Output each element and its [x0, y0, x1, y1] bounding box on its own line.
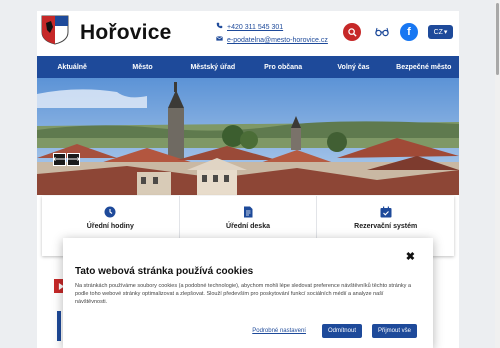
search-button[interactable]: [343, 23, 361, 41]
chevron-down-icon: ▾: [443, 29, 448, 36]
nav-item-mestsky-urad[interactable]: Městský úřad: [178, 56, 248, 78]
nav-item-pro-obcana[interactable]: Pro občana: [248, 56, 318, 78]
nav-item-bezpecne-mesto[interactable]: Bezpečné město: [389, 56, 459, 78]
language-select[interactable]: CZ ▾: [428, 25, 453, 39]
cookie-text: Na stránkách používáme soubory cookies (…: [75, 283, 411, 305]
phone-icon: [215, 22, 223, 33]
nav-item-mesto[interactable]: Město: [107, 56, 177, 78]
close-icon[interactable]: ✖: [406, 250, 415, 263]
page-scrollbar[interactable]: [495, 0, 500, 348]
phone-link[interactable]: +420 311 545 301: [227, 22, 283, 33]
main-nav: Aktuálně Město Městský úřad Pro občana V…: [37, 56, 459, 78]
search-icon: [347, 27, 357, 37]
accessibility-button[interactable]: [373, 23, 391, 41]
slider-prev-button[interactable]: ⟵: [53, 153, 66, 166]
content-accent: [57, 311, 61, 341]
facebook-button[interactable]: f: [400, 23, 418, 41]
scrollbar-thumb[interactable]: [496, 3, 499, 75]
tile-label: Rezervační systém: [354, 223, 418, 230]
nav-item-aktualne[interactable]: Aktuálně: [37, 56, 107, 78]
cookie-title: Tato webová stránka používá cookies: [75, 266, 254, 277]
clock-icon: [104, 206, 116, 218]
mail-icon: [215, 35, 223, 46]
hero-image: [37, 78, 459, 195]
town-crest-logo[interactable]: [41, 15, 69, 45]
tile-label: Úřední deska: [226, 223, 270, 230]
cookie-accept-button[interactable]: Přijmout vše: [371, 324, 417, 338]
town-name[interactable]: Hořovice: [80, 21, 171, 45]
facebook-icon: f: [407, 26, 411, 38]
cookie-actions: Podrobné nastavení Odmítnout Přijmout vš…: [252, 324, 417, 338]
slider-next-button[interactable]: ⟶: [67, 153, 80, 166]
tile-label: Úřední hodiny: [86, 223, 134, 230]
calendar-check-icon: [380, 206, 392, 218]
language-value: CZ: [433, 28, 443, 36]
cookie-dialog: ✖ Tato webová stránka používá cookies Na…: [63, 238, 433, 348]
contact-block: +420 311 545 301 e-podatelna@mesto-horov…: [215, 22, 328, 46]
document-icon: [244, 206, 253, 218]
glasses-icon: [375, 27, 389, 37]
cookie-decline-button[interactable]: Odmítnout: [321, 324, 362, 338]
nav-item-volny-cas[interactable]: Volný čas: [318, 56, 388, 78]
cookie-settings-link[interactable]: Podrobné nastavení: [252, 328, 306, 334]
email-link[interactable]: e-podatelna@mesto-horovice.cz: [227, 35, 328, 46]
